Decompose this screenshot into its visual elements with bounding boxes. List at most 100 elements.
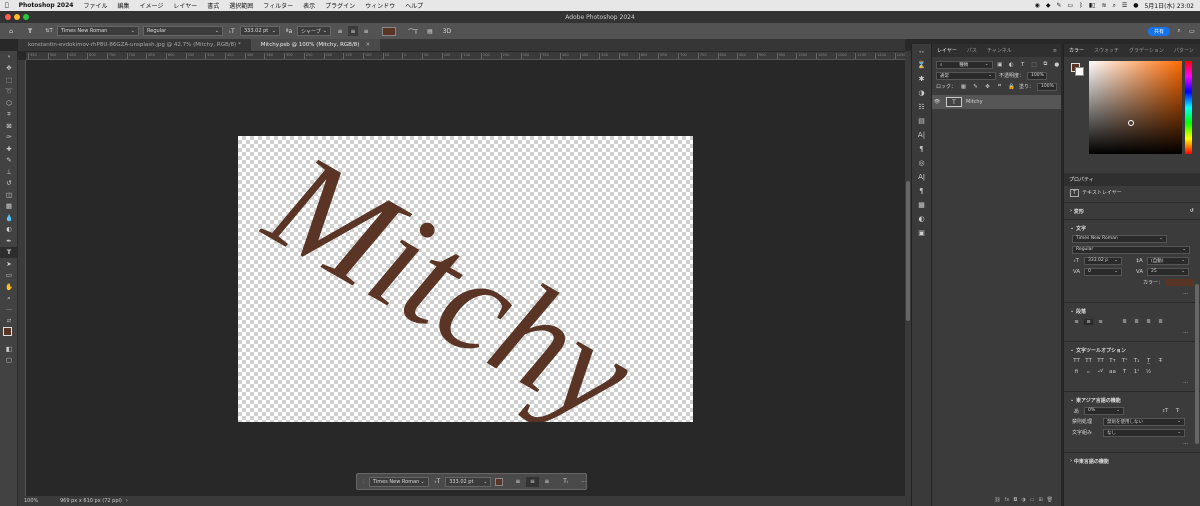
swatches-icon[interactable]: ▦ bbox=[912, 198, 931, 212]
search-icon[interactable]: ⌕ bbox=[1112, 2, 1115, 10]
color-swatches[interactable] bbox=[0, 327, 17, 343]
align-left-icon[interactable]: ≡ bbox=[513, 477, 523, 487]
blur-tool-icon[interactable]: 💧 bbox=[0, 212, 18, 224]
type-tool-preset-icon[interactable]: T bbox=[25, 26, 35, 36]
dropbox-icon[interactable]: ◆ bbox=[1046, 2, 1051, 9]
filter-smart-icon[interactable]: ⧉ bbox=[1041, 61, 1049, 68]
tab-layers[interactable]: レイヤー bbox=[932, 47, 962, 54]
text-layer[interactable]: Mitchy bbox=[238, 136, 693, 422]
adjustments-icon[interactable]: ◑ bbox=[912, 86, 931, 100]
mojikumi-dropdown[interactable]: 禁則を使用しない ⌄ bbox=[1103, 417, 1185, 426]
share-button[interactable]: 共有 bbox=[1147, 26, 1170, 36]
lock-artboard-icon[interactable]: ⌗ bbox=[995, 83, 1004, 90]
app-menu[interactable]: Photoshop 2024 bbox=[14, 2, 79, 9]
channels-icon[interactable]: ◎ bbox=[912, 156, 931, 170]
faux-italic-icon[interactable]: TT bbox=[1084, 358, 1093, 364]
layer-kind-dropdown[interactable]: ⌕ 種類 ⌄ bbox=[936, 60, 993, 69]
blend-mode-dropdown[interactable]: 通常 ⌄ bbox=[936, 71, 996, 80]
old-style-icon[interactable]: ℴ bbox=[1084, 369, 1093, 375]
collapse-icon[interactable]: » bbox=[0, 51, 18, 63]
more-options-icon[interactable]: ··· bbox=[581, 479, 586, 485]
siri-icon[interactable]: ● bbox=[1133, 2, 1138, 9]
lock-pixels-icon[interactable]: ✎ bbox=[971, 84, 980, 90]
tt-icon[interactable]: T̵ bbox=[1173, 408, 1182, 414]
properties-title[interactable]: プロパティ bbox=[1064, 176, 1099, 183]
object-selection-tool-icon[interactable]: ⬡ bbox=[0, 97, 18, 109]
drag-handle-icon[interactable]: ⋮ bbox=[361, 479, 366, 485]
character-more-button[interactable]: ··· bbox=[1183, 291, 1188, 297]
document-info[interactable]: 969 px x 610 px (72 ppi) bbox=[60, 498, 122, 504]
text-orientation-icon[interactable]: ⇅T bbox=[44, 26, 54, 36]
warp-text-icon[interactable]: ⌒T bbox=[408, 26, 418, 36]
libraries-icon[interactable]: ▤ bbox=[912, 114, 931, 128]
type-tool-icon[interactable]: T bbox=[0, 246, 18, 258]
screen-icon[interactable]: ▭ bbox=[1068, 2, 1074, 9]
reset-icon[interactable]: ↺ bbox=[1190, 208, 1200, 214]
menu-image[interactable]: イメージ bbox=[134, 1, 168, 10]
pen-icon[interactable]: ✎ bbox=[1057, 2, 1062, 9]
eraser-tool-icon[interactable]: ◫ bbox=[0, 189, 18, 201]
close-icon[interactable]: ✕ bbox=[365, 42, 370, 48]
foreground-color-swatch[interactable] bbox=[3, 327, 12, 336]
fractions-icon[interactable]: ½ bbox=[1144, 369, 1153, 375]
prop-font-style-dropdown[interactable]: Regular ⌄ bbox=[1072, 245, 1190, 254]
paragraph-section[interactable]: ⌄ 段落 bbox=[1064, 306, 1200, 316]
search-icon[interactable]: ⌕ bbox=[1174, 26, 1184, 36]
visibility-eye-icon[interactable]: 👁 bbox=[932, 99, 942, 105]
tab-patterns[interactable]: パターン bbox=[1169, 47, 1199, 54]
menu-view[interactable]: 表示 bbox=[298, 1, 320, 10]
character-section[interactable]: ⌄ 文字 bbox=[1064, 223, 1200, 233]
menu-plugins[interactable]: プラグイン bbox=[320, 1, 360, 10]
more-tools-icon[interactable]: ··· bbox=[0, 304, 18, 316]
properties-icon[interactable]: ☷ bbox=[912, 100, 931, 114]
strikethrough-icon[interactable]: T̶ bbox=[1156, 358, 1165, 364]
subscript-icon[interactable]: T₁ bbox=[1132, 358, 1141, 364]
faux-bold-icon[interactable]: TT bbox=[1072, 358, 1081, 364]
ctb-color-swatch[interactable] bbox=[495, 477, 504, 486]
transform-section[interactable]: › 変形 ↺ bbox=[1064, 206, 1200, 216]
opacity-field[interactable]: 100% bbox=[1027, 71, 1048, 80]
image-icon[interactable]: ▣ bbox=[912, 226, 931, 240]
middle-east-section[interactable]: › 中東言語の機能 bbox=[1064, 456, 1200, 466]
stylistic-alt-icon[interactable]: aa bbox=[1108, 369, 1117, 375]
tab-document-2[interactable]: Mitchy.psb @ 100% (Mitchy, RGB/8) ✕ bbox=[250, 39, 381, 51]
menu-help[interactable]: ヘルプ bbox=[400, 1, 428, 10]
ligature-icon[interactable]: fi bbox=[1072, 369, 1081, 375]
new-layer-icon[interactable]: ⊞ bbox=[1038, 497, 1042, 503]
align-left-icon[interactable]: ≡ bbox=[335, 26, 345, 36]
filter-toggle-icon[interactable]: ● bbox=[1053, 62, 1061, 68]
color-field-cursor[interactable] bbox=[1128, 120, 1134, 126]
hue-slider[interactable] bbox=[1185, 61, 1192, 154]
color-swap-icon[interactable]: ⇄ bbox=[0, 316, 18, 328]
zoom-level[interactable]: 100% bbox=[18, 498, 58, 504]
control-center-icon[interactable]: ☰ bbox=[1122, 2, 1127, 9]
type-options-icon[interactable]: Tᵢ bbox=[561, 477, 571, 487]
prop-font-family-dropdown[interactable]: Times New Roman ⌄ bbox=[1072, 234, 1167, 243]
east-asian-more-button[interactable]: ··· bbox=[1183, 441, 1188, 447]
marquee-tool-icon[interactable]: ⬚ bbox=[0, 74, 18, 86]
lock-position-icon[interactable]: ✥ bbox=[983, 84, 992, 90]
document-canvas[interactable]: Mitchy bbox=[238, 136, 693, 422]
underline-icon[interactable]: T̲ bbox=[1144, 358, 1153, 364]
justify-center-icon[interactable]: ≣ bbox=[1132, 319, 1141, 325]
all-caps-icon[interactable]: TT bbox=[1096, 358, 1105, 364]
panel-menu-icon[interactable]: ≡ bbox=[1053, 48, 1061, 54]
dodge-tool-icon[interactable]: ◐ bbox=[0, 224, 18, 236]
quick-mask-icon[interactable]: ◧ bbox=[0, 343, 18, 355]
rectangle-tool-icon[interactable]: ▭ bbox=[0, 270, 18, 282]
prop-size-field[interactable]: 333.02 p ⌄ bbox=[1084, 256, 1122, 265]
delete-layer-icon[interactable]: 🗑 bbox=[1047, 497, 1053, 503]
menu-edit[interactable]: 編集 bbox=[112, 1, 134, 10]
tab-color[interactable]: カラー bbox=[1064, 47, 1089, 54]
eyedropper-tool-icon[interactable]: ✑ bbox=[0, 132, 18, 144]
font-style-dropdown[interactable]: Regular ⌄ bbox=[143, 26, 223, 36]
chevron-right-icon[interactable]: › bbox=[126, 498, 128, 504]
align-right-icon[interactable]: ≡ bbox=[361, 26, 371, 36]
apple-icon[interactable]:  bbox=[0, 2, 14, 9]
font-family-dropdown[interactable]: Times New Roman ⌄ bbox=[57, 26, 139, 36]
clock[interactable]: 5月1日(水) 23:02 bbox=[1144, 1, 1194, 10]
prop-leading-field[interactable]: (自動) ⌄ bbox=[1147, 256, 1189, 265]
home-icon[interactable]: ⌂ bbox=[6, 26, 16, 36]
tab-document-1[interactable]: konstantin-evdokimov-rhP8U-86GZA-unsplas… bbox=[18, 39, 251, 51]
crop-tool-icon[interactable]: ⌗ bbox=[0, 109, 18, 121]
